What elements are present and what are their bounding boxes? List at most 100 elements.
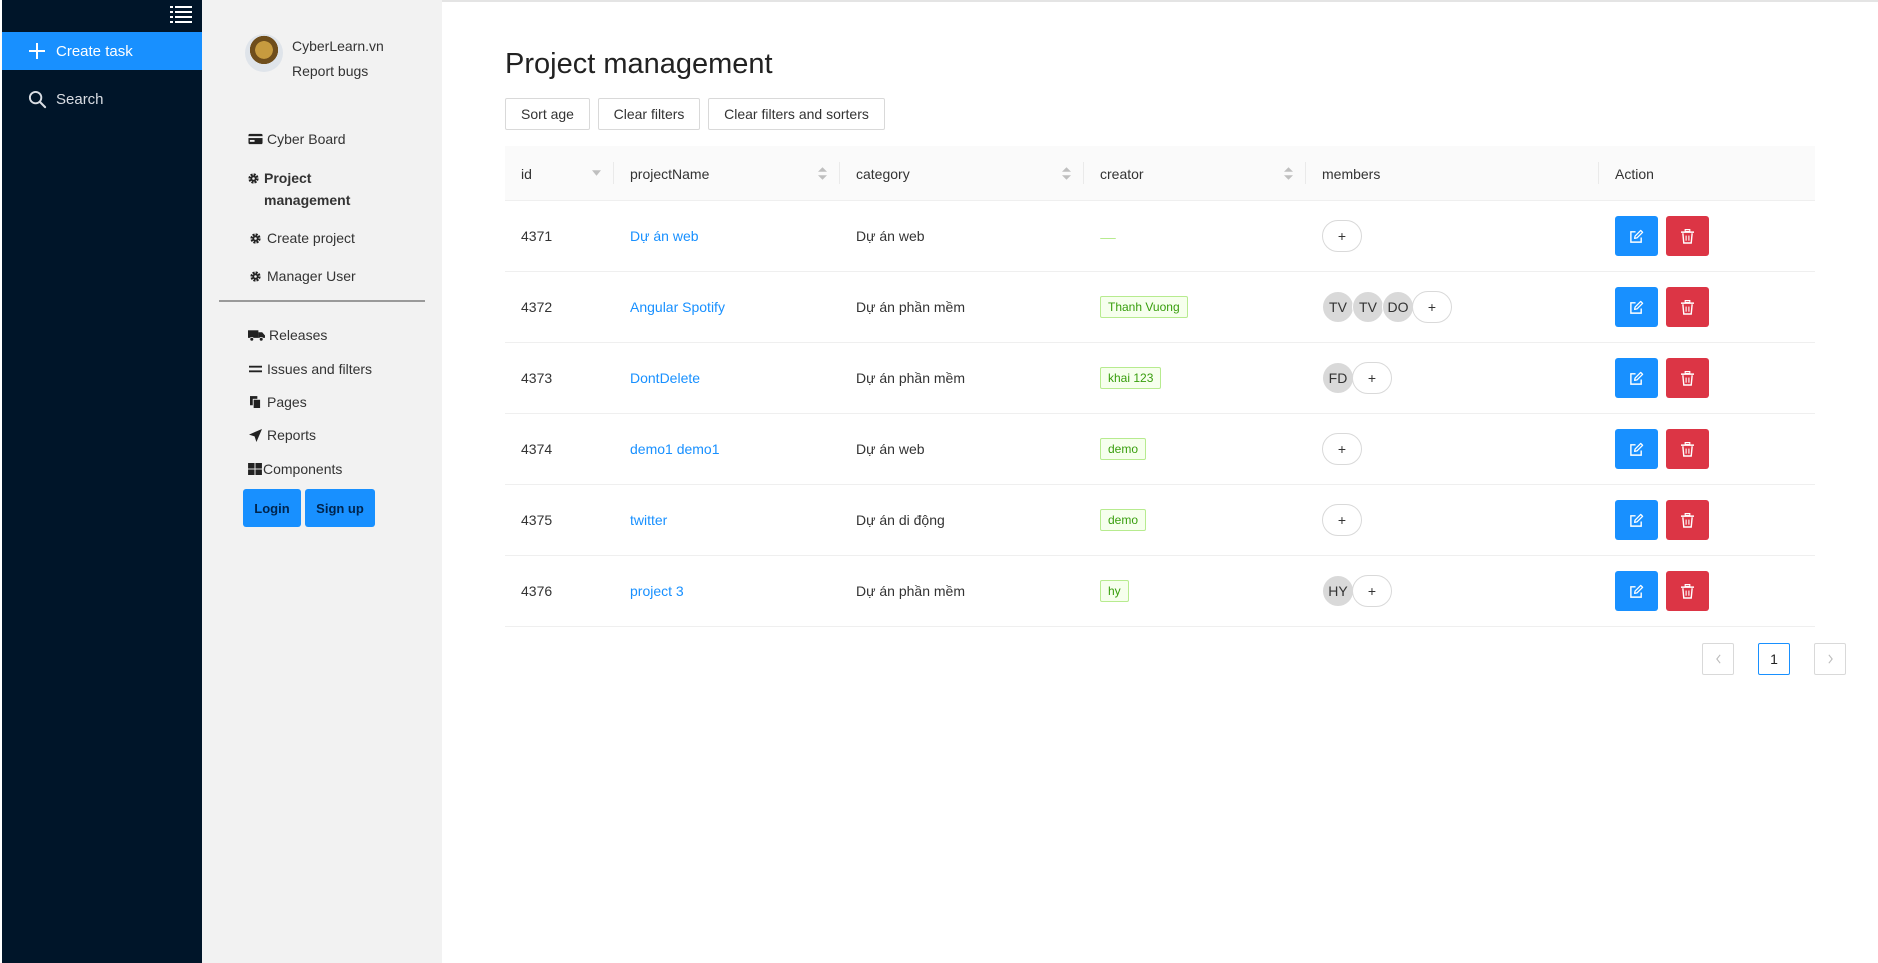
menu-item-pages[interactable]: Pages	[247, 394, 307, 410]
project-category: Dự án phần mềm	[856, 583, 965, 599]
page-1-button[interactable]: 1	[1758, 643, 1790, 675]
caret-down-icon[interactable]	[592, 170, 602, 184]
edit-button[interactable]	[1615, 571, 1658, 611]
prev-page-button[interactable]	[1702, 643, 1734, 675]
add-member-button[interactable]: +	[1322, 433, 1362, 465]
cell-creator: khai 123	[1084, 343, 1162, 413]
member-avatar[interactable]: DO	[1382, 291, 1414, 323]
cell-creator: hy	[1084, 556, 1129, 626]
creator-tag: demo	[1100, 438, 1147, 460]
login-button[interactable]: Login	[243, 489, 301, 527]
table-row: 4372 Angular Spotify Dự án phần mềm Thanh V…	[505, 272, 1815, 343]
clear-filters-sorters-button[interactable]: Clear filters and sorters	[708, 98, 885, 130]
menu-item-manager-user[interactable]: Manager User	[247, 268, 356, 284]
credit-card-icon	[247, 132, 263, 146]
member-avatar[interactable]: TV	[1352, 291, 1384, 323]
top-divider	[442, 0, 1878, 2]
cell-id: 4375	[505, 485, 552, 555]
list-icon[interactable]	[170, 4, 192, 24]
table-row: 4373 DontDelete Dự án phần mềm khai 123 FD +	[505, 343, 1815, 414]
menu-item-project-management[interactable]: Project management	[247, 167, 357, 211]
gear-icon	[247, 269, 263, 283]
menu-item-label: Manager User	[267, 268, 356, 284]
delete-button[interactable]	[1666, 571, 1709, 611]
add-member-button[interactable]: +	[1412, 291, 1452, 323]
cell-creator	[1084, 201, 1116, 271]
sort-icon[interactable]	[1284, 167, 1294, 181]
cell-action	[1599, 485, 1717, 555]
clear-filters-button[interactable]: Clear filters	[598, 98, 700, 130]
menu-item-issues-and-filters[interactable]: Issues and filters	[247, 361, 372, 377]
project-name-link[interactable]: Angular Spotify	[630, 299, 725, 315]
delete-button[interactable]	[1666, 500, 1709, 540]
search-button[interactable]: Search	[2, 80, 202, 118]
report-bugs-link[interactable]: Report bugs	[292, 59, 384, 84]
column-header-creator[interactable]: creator	[1084, 146, 1306, 201]
member-avatar[interactable]: HY	[1322, 575, 1354, 607]
column-header-category[interactable]: category	[840, 146, 1084, 201]
signup-button[interactable]: Sign up	[305, 489, 375, 527]
add-member-button[interactable]: +	[1352, 575, 1392, 607]
cell-category: Dự án phần mềm	[840, 343, 965, 413]
column-header-members: members	[1306, 146, 1599, 201]
menu-item-create-project[interactable]: Create project	[247, 230, 355, 246]
menu-item-releases[interactable]: Releases	[247, 327, 327, 343]
creator-tag: hy	[1100, 580, 1129, 602]
delete-button[interactable]	[1666, 429, 1709, 469]
cell-id: 4373	[505, 343, 552, 413]
delete-button[interactable]	[1666, 216, 1709, 256]
project-category: Dự án phần mềm	[856, 370, 965, 386]
column-header-id[interactable]: id	[505, 146, 614, 201]
cell-category: Dự án web	[840, 414, 925, 484]
menu-item-label: Pages	[267, 394, 307, 410]
project-category: Dự án phần mềm	[856, 299, 965, 315]
menu-item-reports[interactable]: Reports	[247, 427, 316, 443]
add-member-button[interactable]: +	[1322, 220, 1362, 252]
edit-button[interactable]	[1615, 500, 1658, 540]
project-name-link[interactable]: twitter	[630, 512, 667, 528]
cell-creator: demo	[1084, 485, 1147, 555]
cell-project-name: twitter	[614, 485, 667, 555]
project-name-link[interactable]: project 3	[630, 583, 684, 599]
column-label: projectName	[630, 165, 710, 182]
edit-button[interactable]	[1615, 287, 1658, 327]
sidebar-dark: Create task Search	[2, 0, 202, 963]
menu-item-label: Releases	[269, 327, 328, 343]
delete-button[interactable]	[1666, 358, 1709, 398]
sort-age-button[interactable]: Sort age	[505, 98, 590, 130]
cell-members: HY +	[1306, 556, 1392, 626]
cell-creator: Thanh Vuong	[1084, 272, 1188, 342]
menu-item-components[interactable]: Components	[247, 461, 342, 477]
edit-button[interactable]	[1615, 216, 1658, 256]
create-task-button[interactable]: Create task	[2, 32, 202, 70]
column-header-projectname[interactable]: projectName	[614, 146, 840, 201]
next-page-button[interactable]	[1814, 643, 1846, 675]
cell-members: +	[1306, 485, 1362, 555]
project-id: 4376	[521, 583, 553, 599]
brand: CyberLearn.vn Report bugs	[245, 34, 384, 84]
add-member-button[interactable]: +	[1352, 362, 1392, 394]
cell-project-name: demo1 demo1	[614, 414, 720, 484]
delete-button[interactable]	[1666, 287, 1709, 327]
creator-tag: khai 123	[1100, 367, 1162, 389]
edit-button[interactable]	[1615, 358, 1658, 398]
creator-tag	[1100, 238, 1116, 240]
cell-project-name: project 3	[614, 556, 684, 626]
sort-icon[interactable]	[1062, 167, 1072, 181]
menu-item-label: Components	[263, 461, 343, 477]
member-list: HY +	[1322, 575, 1392, 607]
member-avatar[interactable]: TV	[1322, 291, 1354, 323]
chevron-right-icon	[1827, 654, 1833, 664]
cell-project-name: Dự án web	[614, 201, 699, 271]
add-member-button[interactable]: +	[1322, 504, 1362, 536]
menu-item-label: Reports	[267, 427, 317, 443]
menu-item-cyber-board[interactable]: Cyber Board	[247, 131, 346, 147]
sort-icon[interactable]	[818, 167, 828, 181]
cell-category: Dự án phần mềm	[840, 272, 965, 342]
project-name-link[interactable]: Dự án web	[630, 228, 699, 244]
edit-button[interactable]	[1615, 429, 1658, 469]
project-name-link[interactable]: demo1 demo1	[630, 441, 720, 457]
member-avatar[interactable]: FD	[1322, 362, 1354, 394]
table-row: 4371 Dự án web Dự án web +	[505, 201, 1815, 272]
project-name-link[interactable]: DontDelete	[630, 370, 700, 386]
